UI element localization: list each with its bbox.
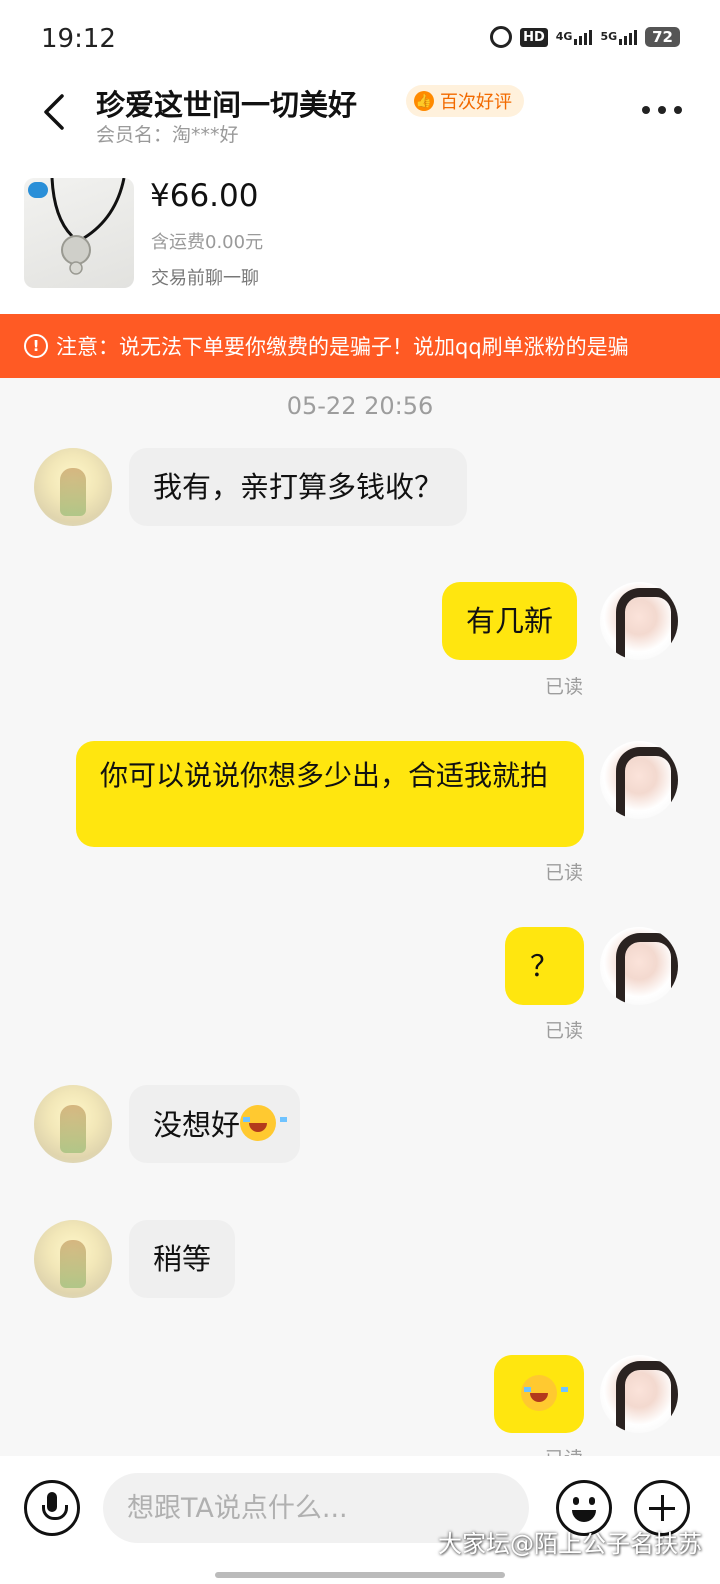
status-bar: 19:12 HD 4G 5G 72 bbox=[0, 0, 720, 80]
warning-text: 注意：说无法下单要你缴费的是骗子！说加qq刷单涨粉的是骗 bbox=[56, 335, 629, 359]
message-bubble[interactable] bbox=[494, 1355, 584, 1433]
message-bubble[interactable]: 你可以说说你想多少出，合适我就拍 bbox=[76, 741, 584, 847]
avatar[interactable] bbox=[34, 1220, 112, 1298]
voice-button[interactable] bbox=[24, 1480, 80, 1536]
crying-laughing-emoji-icon bbox=[240, 1105, 288, 1141]
message-bubble[interactable]: 我有，亲打算多钱收？ bbox=[129, 448, 468, 526]
input-bar bbox=[0, 1456, 720, 1584]
crying-laughing-emoji-icon bbox=[521, 1375, 568, 1411]
message-bubble[interactable]: 没想好 bbox=[129, 1085, 301, 1163]
avatar[interactable] bbox=[34, 1085, 112, 1163]
home-indicator[interactable] bbox=[215, 1572, 505, 1578]
rating-badge-label: 百次好评 bbox=[440, 92, 512, 113]
contact-name: 珍爱这世间一切美好 bbox=[96, 88, 358, 122]
alert-icon: ! bbox=[24, 334, 48, 358]
shipping-fee: 含运费0.00元 bbox=[151, 232, 264, 253]
read-status: 已读 bbox=[545, 862, 584, 884]
avatar[interactable] bbox=[600, 741, 678, 819]
status-icons: HD 4G 5G 72 bbox=[490, 26, 680, 48]
product-tag-icon bbox=[28, 182, 48, 198]
status-time: 19:12 bbox=[41, 24, 116, 54]
more-icon[interactable] bbox=[642, 106, 682, 114]
chat-timestamp: 05-22 20:56 bbox=[286, 392, 434, 420]
avatar[interactable] bbox=[600, 1355, 678, 1433]
watermark: 大家坛@陌上公子名扶苏 bbox=[438, 1530, 702, 1558]
avatar[interactable] bbox=[600, 582, 678, 660]
signal-4g-icon: 4G bbox=[556, 29, 593, 45]
member-name: 会员名：淘***好 bbox=[96, 124, 239, 146]
hd-icon: HD bbox=[520, 27, 548, 47]
avatar[interactable] bbox=[600, 927, 678, 1005]
back-icon[interactable] bbox=[36, 92, 76, 132]
product-price: ¥66.00 bbox=[150, 178, 259, 214]
pre-trade-note: 交易前聊一聊 bbox=[151, 268, 259, 289]
message-bubble[interactable]: ？ bbox=[505, 927, 584, 1005]
read-status: 已读 bbox=[545, 676, 584, 698]
alarm-icon bbox=[490, 26, 513, 48]
product-image[interactable] bbox=[24, 178, 134, 288]
message-bubble[interactable]: 有几新 bbox=[442, 582, 578, 660]
signal-5g-icon: 5G bbox=[600, 29, 638, 45]
rating-badge[interactable]: 👍 百次好评 bbox=[406, 85, 524, 117]
product-card[interactable]: ¥66.00 含运费0.00元 交易前聊一聊 bbox=[0, 160, 720, 314]
read-status: 已读 bbox=[545, 1020, 584, 1042]
avatar[interactable] bbox=[34, 448, 112, 526]
warning-banner: ! 注意：说无法下单要你缴费的是骗子！说加qq刷单涨粉的是骗 bbox=[0, 314, 720, 378]
battery-icon: 72 bbox=[645, 27, 680, 47]
chat-header: 珍爱这世间一切美好 👍 百次好评 会员名：淘***好 bbox=[0, 80, 720, 160]
read-status: 已读 bbox=[545, 1444, 583, 1456]
thumbs-up-icon: 👍 bbox=[414, 91, 434, 111]
message-bubble[interactable]: 稍等 bbox=[129, 1220, 236, 1298]
